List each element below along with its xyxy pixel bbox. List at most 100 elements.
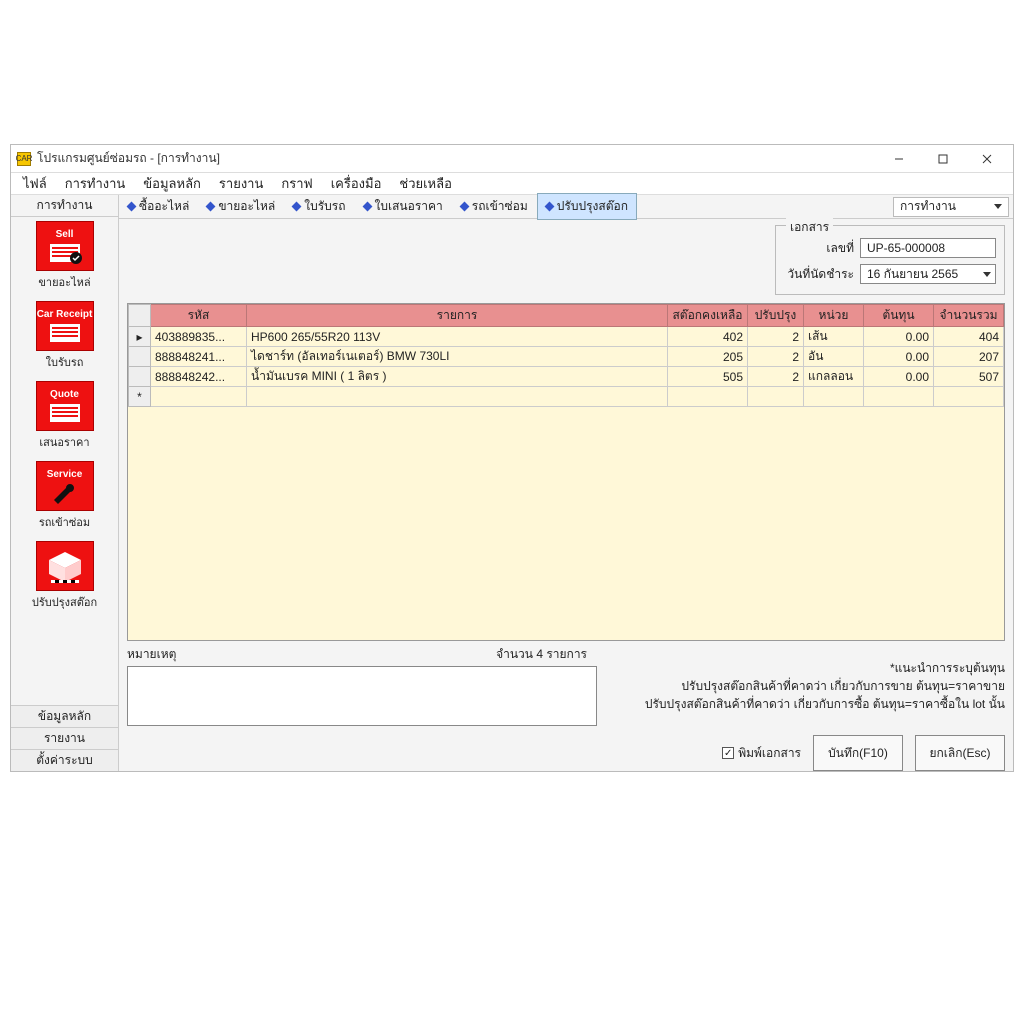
sidebar-item-service[interactable]: Service รถเข้าซ่อม (31, 461, 99, 531)
sidebar-item-sell[interactable]: Sell ขายอะไหล่ (31, 221, 99, 291)
cell-name[interactable]: น้ำมันเบรค MINI ( 1 ลิตร ) (247, 367, 668, 387)
sidebar-item-stock[interactable]: ปรับปรุงสต๊อก (31, 541, 99, 611)
chevron-down-icon (983, 272, 991, 277)
tab-label: รถเข้าซ่อม (472, 197, 528, 216)
cell-name[interactable]: HP600 265/55R20 113V (247, 327, 668, 347)
info-line2: ปรับปรุงสต๊อกสินค้าที่คาดว่า เกี่ยวกับกา… (605, 677, 1005, 695)
doc-date-picker[interactable]: 16 กันยายน 2565 (860, 264, 996, 284)
receipt-icon (48, 322, 82, 344)
tab-label: ขายอะไหล่ (218, 197, 275, 216)
save-button[interactable]: บันทึก(F10) (813, 735, 903, 771)
col-cost[interactable]: ต้นทุน (864, 305, 934, 327)
cell-cost[interactable]: 0.00 (864, 367, 934, 387)
menu-master[interactable]: ข้อมูลหลัก (143, 173, 201, 194)
document-box: เอกสาร เลขที่ UP-65-000008 วันที่นัดชำระ… (775, 225, 1005, 295)
menu-file[interactable]: ไฟล์ (23, 173, 47, 194)
doc-date-value: 16 กันยายน 2565 (867, 265, 958, 284)
tab-receipt[interactable]: ใบรับรถ (284, 193, 354, 220)
col-code[interactable]: รหัส (151, 305, 247, 327)
table-new-row[interactable]: * (129, 387, 1004, 407)
diamond-icon (544, 202, 554, 212)
diamond-icon (292, 202, 302, 212)
sidebar-title: การทำงาน (11, 195, 118, 217)
sidebar-bottom-report[interactable]: รายงาน (11, 727, 118, 749)
cell-code[interactable]: 888848241... (151, 347, 247, 367)
remarks-input[interactable] (127, 666, 597, 726)
cell-total[interactable]: 404 (934, 327, 1004, 347)
cell-code[interactable]: 888848242... (151, 367, 247, 387)
tab-service[interactable]: รถเข้าซ่อม (452, 193, 537, 220)
maximize-button[interactable] (921, 146, 965, 172)
sidebar-item-label: เสนอราคา (39, 433, 89, 451)
box-icon (45, 550, 85, 584)
info-line3: ปรับปรุงสต๊อกสินค้าที่คาดว่า เกี่ยวกับกา… (605, 695, 1005, 713)
cell-adj[interactable]: 2 (748, 327, 804, 347)
cell-stock[interactable]: 402 (668, 327, 748, 347)
stock-table[interactable]: รหัส รายการ สต๊อกคงเหลือ ปรับปรุง หน่วย … (127, 303, 1005, 641)
tab-buy[interactable]: ซื้ออะไหล่ (119, 193, 198, 220)
menu-graph[interactable]: กราฟ (281, 173, 312, 194)
cell-total[interactable]: 207 (934, 347, 1004, 367)
sidebar-badge: Sell (56, 229, 74, 240)
sidebar-item-quote[interactable]: Quote เสนอราคา (31, 381, 99, 451)
menu-report[interactable]: รายงาน (219, 173, 263, 194)
cell-adj[interactable]: 2 (748, 367, 804, 387)
doc-date-label: วันที่นัดชำระ (784, 265, 854, 284)
menu-help[interactable]: ช่วยเหลือ (399, 173, 452, 194)
tab-stock[interactable]: ปรับปรุงสต๊อก (537, 193, 637, 220)
diamond-icon (362, 202, 372, 212)
checkbox-box: ✓ (722, 747, 734, 759)
tab-label: ปรับปรุงสต๊อก (557, 197, 628, 216)
cell-unit[interactable]: เส้น (804, 327, 864, 347)
cell-unit[interactable]: แกลลอน (804, 367, 864, 387)
sidebar-item-label: ขายอะไหล่ (38, 273, 90, 291)
col-name[interactable]: รายการ (247, 305, 668, 327)
cell-code[interactable]: 403889835... (151, 327, 247, 347)
sidebar-bottom-setting[interactable]: ตั้งค่าระบบ (11, 749, 118, 771)
cell-unit[interactable]: อัน (804, 347, 864, 367)
quote-icon (48, 402, 82, 424)
cell-cost[interactable]: 0.00 (864, 347, 934, 367)
tab-label: ซื้ออะไหล่ (139, 197, 189, 216)
info-line1: *แนะนำการระบุต้นทุน (605, 659, 1005, 677)
diamond-icon (127, 202, 137, 212)
table-row[interactable]: ▸403889835...HP600 265/55R20 113V4022เส้… (129, 327, 1004, 347)
col-total[interactable]: จำนวนรวม (934, 305, 1004, 327)
diamond-icon (206, 202, 216, 212)
minimize-button[interactable] (877, 146, 921, 172)
tab-sell[interactable]: ขายอะไหล่ (198, 193, 284, 220)
col-unit[interactable]: หน่วย (804, 305, 864, 327)
cell-total[interactable]: 507 (934, 367, 1004, 387)
row-marker: * (129, 387, 151, 407)
cell-stock[interactable]: 205 (668, 347, 748, 367)
chevron-down-icon (994, 204, 1002, 209)
print-label: พิมพ์เอกสาร (738, 744, 801, 763)
cancel-button[interactable]: ยกเลิก(Esc) (915, 735, 1005, 771)
cell-stock[interactable]: 505 (668, 367, 748, 387)
mode-select[interactable]: การทำงาน (893, 197, 1009, 217)
col-adj[interactable]: ปรับปรุง (748, 305, 804, 327)
sidebar-badge: Service (47, 469, 83, 480)
titlebar: CAR โปรแกรมศูนย์ซ่อมรถ - [การทำงาน] (11, 145, 1013, 173)
menu-work[interactable]: การทำงาน (65, 173, 126, 194)
cell-name[interactable]: ไดชาร์ท (อัลเทอร์เนเตอร์) BMW 730LI (247, 347, 668, 367)
menu-tools[interactable]: เครื่องมือ (331, 173, 382, 194)
document-legend: เอกสาร (786, 218, 833, 237)
app-window: CAR โปรแกรมศูนย์ซ่อมรถ - [การทำงาน] ไฟล์… (10, 144, 1014, 772)
doc-no-input[interactable]: UP-65-000008 (860, 238, 996, 258)
col-stock[interactable]: สต๊อกคงเหลือ (668, 305, 748, 327)
remarks-label: หมายเหตุ (127, 645, 176, 664)
sidebar-bottom-master[interactable]: ข้อมูลหลัก (11, 705, 118, 727)
tab-quote[interactable]: ใบเสนอราคา (355, 193, 452, 220)
sidebar-item-receipt[interactable]: Car Receipt ใบรับรถ (31, 301, 99, 371)
table-row[interactable]: 888848242...น้ำมันเบรค MINI ( 1 ลิตร )50… (129, 367, 1004, 387)
sidebar-badge: Quote (50, 389, 79, 400)
cell-adj[interactable]: 2 (748, 347, 804, 367)
print-checkbox[interactable]: ✓ พิมพ์เอกสาร (722, 744, 801, 763)
table-row[interactable]: 888848241...ไดชาร์ท (อัลเทอร์เนเตอร์) BM… (129, 347, 1004, 367)
sidebar-item-label: รถเข้าซ่อม (39, 513, 90, 531)
tab-label: ใบเสนอราคา (375, 197, 443, 216)
close-button[interactable] (965, 146, 1009, 172)
tabs: ซื้ออะไหล่ ขายอะไหล่ ใบรับรถ ใบเสนอราคา … (119, 195, 1013, 219)
cell-cost[interactable]: 0.00 (864, 327, 934, 347)
